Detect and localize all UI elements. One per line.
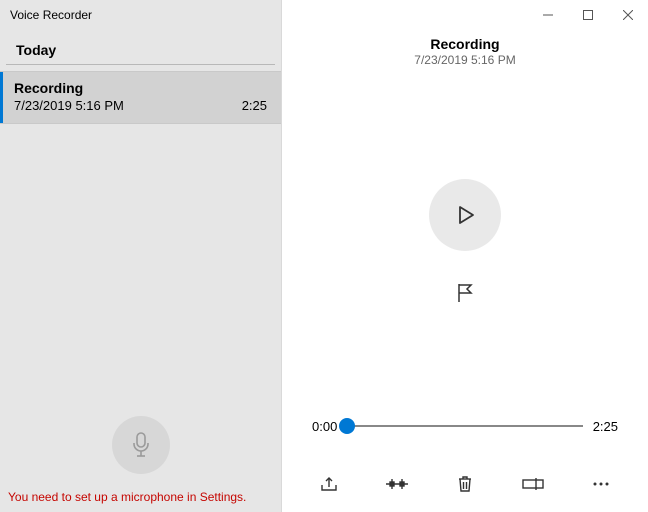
recording-list-item[interactable]: Recording 7/23/2019 5:16 PM 2:25 [0, 71, 281, 124]
rename-icon [522, 477, 544, 491]
minimize-button[interactable] [528, 1, 568, 29]
main-panel: Recording 7/23/2019 5:16 PM [282, 0, 648, 512]
trim-button[interactable] [383, 472, 411, 496]
close-icon [623, 10, 633, 20]
seek-thumb[interactable] [339, 418, 355, 434]
microphone-icon [130, 431, 152, 459]
minimize-icon [543, 10, 553, 20]
recording-item-title: Recording [14, 80, 267, 96]
titlebar [282, 0, 648, 30]
play-icon [453, 203, 477, 227]
recording-title: Recording [282, 36, 648, 52]
total-time: 2:25 [593, 419, 618, 434]
seek-slider[interactable] [347, 418, 582, 434]
rename-button[interactable] [519, 472, 547, 496]
current-time: 0:00 [312, 419, 337, 434]
recording-item-timestamp: 7/23/2019 5:16 PM [14, 98, 124, 113]
more-button[interactable] [587, 472, 615, 496]
close-button[interactable] [608, 1, 648, 29]
record-button[interactable] [112, 416, 170, 474]
add-marker-button[interactable] [451, 279, 479, 307]
flag-icon [456, 283, 474, 303]
maximize-button[interactable] [568, 1, 608, 29]
share-icon [319, 475, 339, 493]
trim-icon [386, 476, 408, 492]
microphone-warning: You need to set up a microphone in Setti… [0, 484, 281, 512]
recording-item-duration: 2:25 [242, 98, 267, 113]
recording-timestamp: 7/23/2019 5:16 PM [282, 53, 648, 67]
delete-button[interactable] [451, 472, 479, 496]
trash-icon [457, 475, 473, 493]
section-today: Today [6, 32, 275, 65]
maximize-icon [583, 10, 593, 20]
more-icon [592, 481, 610, 487]
sidebar: Voice Recorder Today Recording 7/23/2019… [0, 0, 282, 512]
play-button[interactable] [429, 179, 501, 251]
app-title: Voice Recorder [0, 0, 281, 32]
share-button[interactable] [315, 472, 343, 496]
